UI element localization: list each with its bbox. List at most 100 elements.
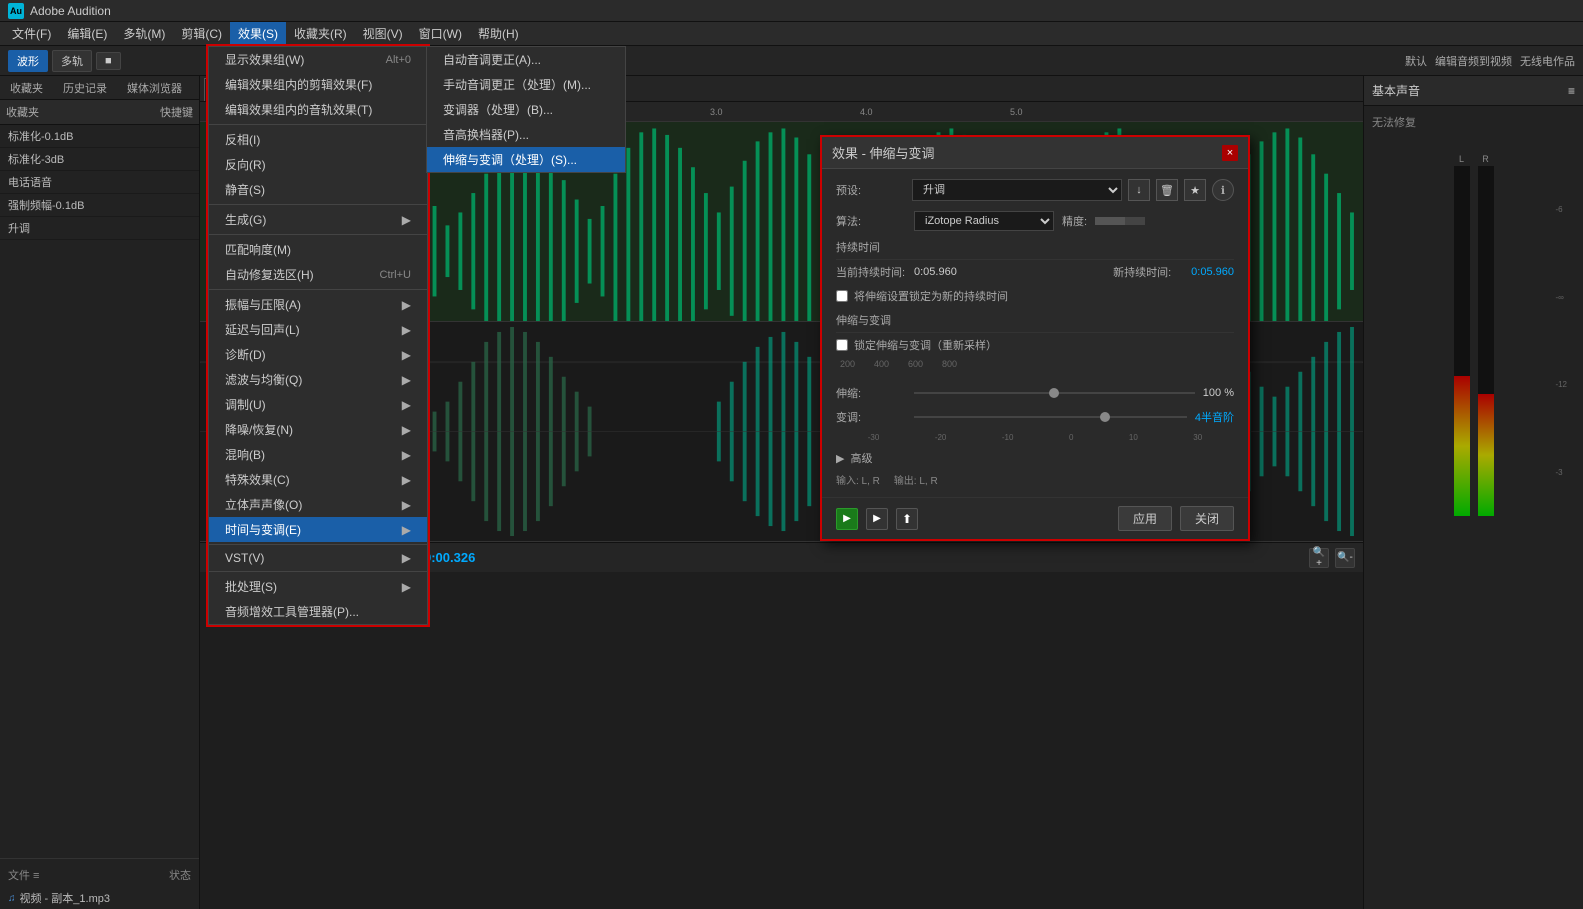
menu-match-loudness[interactable]: 匹配响度(M): [209, 237, 427, 262]
list-item[interactable]: 标准化-0.1dB: [0, 125, 199, 148]
menu-edit-clip-effects[interactable]: 编辑效果组内的剪辑效果(F): [209, 72, 427, 97]
menu-special-fx[interactable]: 特殊效果(C) ▶: [209, 467, 427, 492]
io-info: 输入: L, R 输出: L, R: [836, 472, 1234, 487]
menu-file[interactable]: 文件(F): [4, 22, 59, 46]
preset-select[interactable]: 升调: [912, 179, 1122, 201]
right-panel: 基本声音 ≡ 无法修复 L R: [1363, 76, 1583, 909]
dialog-footer: ▶ ▶ ⬆ 应用 关闭: [822, 497, 1248, 539]
list-item[interactable]: 标准化-3dB: [0, 148, 199, 171]
stretch-value: 100 %: [1203, 387, 1234, 399]
menu-multitrack[interactable]: 多轨(M): [115, 22, 173, 46]
menu-favorites[interactable]: 收藏夹(R): [286, 22, 355, 46]
third-view-btn[interactable]: ■: [96, 52, 121, 70]
menu-batch[interactable]: 批处理(S) ▶: [209, 574, 427, 599]
preset-star-btn[interactable]: ★: [1184, 179, 1206, 201]
stretch-thumb[interactable]: [1049, 388, 1059, 398]
preview-export-btn[interactable]: ⬆: [896, 508, 918, 530]
pitch-row: 变调: 4半音阶: [836, 409, 1234, 425]
menu-view[interactable]: 视图(V): [355, 22, 411, 46]
app-icon: Au: [8, 3, 24, 19]
menu-edit[interactable]: 编辑(E): [59, 22, 115, 46]
menu-diagnostics[interactable]: 诊断(D) ▶: [209, 342, 427, 367]
preset-save-btn[interactable]: ↓: [1128, 179, 1150, 201]
menu-reverse[interactable]: 反向(R): [209, 152, 427, 177]
zoom-out-btn[interactable]: 🔍-: [1335, 548, 1355, 568]
algo-label: 算法:: [836, 213, 906, 229]
current-duration-value: 0:05.960: [914, 266, 957, 278]
file-icon: ♫: [8, 893, 16, 904]
meter-label-R: R: [1482, 154, 1489, 164]
menu-clip[interactable]: 剪辑(C): [173, 22, 230, 46]
db-label-4: -3: [1555, 468, 1567, 477]
pitch-value: 4半音阶: [1195, 409, 1234, 425]
preview-play-btn[interactable]: ▶: [836, 508, 858, 530]
menu-reverb[interactable]: 混响(B) ▶: [209, 442, 427, 467]
advanced-row[interactable]: ▶ 高级: [836, 450, 1234, 466]
preview-stop-btn[interactable]: ▶: [866, 508, 888, 530]
menu-time-pitch[interactable]: 时间与变调(E) ▶: [209, 517, 427, 542]
stretch-label: 伸缩:: [836, 385, 906, 401]
meter-label-L: L: [1459, 154, 1464, 164]
submenu-pitch-shifter[interactable]: 音高换档器(P)...: [427, 122, 625, 147]
menu-modulate[interactable]: 调制(U) ▶: [209, 392, 427, 417]
menu-help[interactable]: 帮助(H): [470, 22, 527, 46]
zoom-in-btn[interactable]: 🔍+: [1309, 548, 1329, 568]
pitch-thumb[interactable]: [1100, 412, 1110, 422]
menu-invert[interactable]: 反相(I): [209, 127, 427, 152]
info-btn[interactable]: ℹ: [1212, 179, 1234, 201]
menu-divider: [209, 204, 427, 205]
submenu-manual-tune[interactable]: 手动音调更正（处理）(M)...: [427, 72, 625, 97]
menu-delay[interactable]: 延迟与回声(L) ▶: [209, 317, 427, 342]
db-label-2: -∞: [1555, 293, 1567, 302]
duration-row: 当前持续时间: 0:05.960 新持续时间: 0:05.960: [836, 264, 1234, 280]
menu-window[interactable]: 窗口(W): [411, 22, 470, 46]
list-item[interactable]: 升调: [0, 217, 199, 240]
submenu-stretch[interactable]: 伸缩与变调（处理）(S)...: [427, 147, 625, 172]
menu-auto-heal[interactable]: 自动修复选区(H) Ctrl+U: [209, 262, 427, 287]
tab-collections[interactable]: 收藏夹: [0, 76, 53, 99]
dialog-close-btn[interactable]: ×: [1222, 145, 1238, 161]
meter-container: L R -6 -∞ -12 -3: [1364, 138, 1583, 909]
multitrack-btn[interactable]: 多轨: [52, 50, 92, 72]
list-item[interactable]: 电话语音: [0, 171, 199, 194]
lock-stretch-checkbox[interactable]: [836, 339, 848, 351]
menu-generate[interactable]: 生成(G) ▶: [209, 207, 427, 232]
submenu-pitch-bender[interactable]: 变调器（处理）(B)...: [427, 97, 625, 122]
pitch-scale-6: 30: [1193, 433, 1202, 442]
pitch-slider[interactable]: [914, 410, 1187, 424]
menu-amplitude[interactable]: 振幅与压限(A) ▶: [209, 292, 427, 317]
menu-filter-eq[interactable]: 滤波与均衡(Q) ▶: [209, 367, 427, 392]
dialog-body: 预设: 升调 ↓ 🗑 ★ ℹ 算法: iZotope Radius 精度: 持续…: [822, 169, 1248, 497]
effects-menu: 显示效果组(W) Alt+0 编辑效果组内的剪辑效果(F) 编辑效果组内的音轨效…: [208, 46, 428, 625]
stretch-slider[interactable]: [914, 386, 1195, 400]
lock-duration-checkbox[interactable]: [836, 290, 848, 302]
menu-show-effects[interactable]: 显示效果组(W) Alt+0: [209, 47, 427, 72]
tab-history[interactable]: 历史记录: [53, 76, 117, 99]
file-item[interactable]: ♫ 视频 - 副本_1.mp3: [0, 887, 199, 909]
menu-plugin-manager[interactable]: 音频增效工具管理器(P)...: [209, 599, 427, 624]
menu-vst[interactable]: VST(V) ▶: [209, 547, 427, 569]
apply-btn[interactable]: 应用: [1118, 506, 1172, 531]
lock-duration-row: 将伸缩设置锁定为新的持续时间: [836, 288, 1234, 304]
menu-silence[interactable]: 静音(S): [209, 177, 427, 202]
menu-edit-track-effects[interactable]: 编辑效果组内的音轨效果(T): [209, 97, 427, 122]
meter-bar-L: [1454, 376, 1470, 516]
right-panel-header: 基本声音 ≡: [1364, 76, 1583, 106]
menu-noise-reduce[interactable]: 降噪/恢复(N) ▶: [209, 417, 427, 442]
effects-menu-wrapper: 显示效果组(W) Alt+0 编辑效果组内的剪辑效果(F) 编辑效果组内的音轨效…: [206, 44, 430, 627]
left-panel: 收藏夹 历史记录 媒体浏览器 收藏夹 快捷键 标准化-0.1dB 标准化-3dB…: [0, 76, 200, 909]
preset-delete-btn[interactable]: 🗑: [1156, 179, 1178, 201]
tab-media-browser[interactable]: 媒体浏览器: [117, 76, 192, 99]
list-item[interactable]: 强制频幅-0.1dB: [0, 194, 199, 217]
close-dialog-btn[interactable]: 关闭: [1180, 506, 1234, 531]
pitch-scale-4: 0: [1069, 433, 1073, 442]
menu-stereo[interactable]: 立体声声像(O) ▶: [209, 492, 427, 517]
menu-effects[interactable]: 效果(S): [230, 22, 286, 46]
right-panel-title: 基本声音: [1372, 82, 1420, 99]
waveform-btn[interactable]: 波形: [8, 50, 48, 72]
algo-select[interactable]: iZotope Radius: [914, 211, 1054, 231]
meter-bar-R: [1478, 394, 1494, 517]
db-label-1: -6: [1555, 205, 1567, 214]
submenu-auto-tune[interactable]: 自动音调更正(A)...: [427, 47, 625, 72]
lock-duration-label: 将伸缩设置锁定为新的持续时间: [854, 288, 1008, 304]
